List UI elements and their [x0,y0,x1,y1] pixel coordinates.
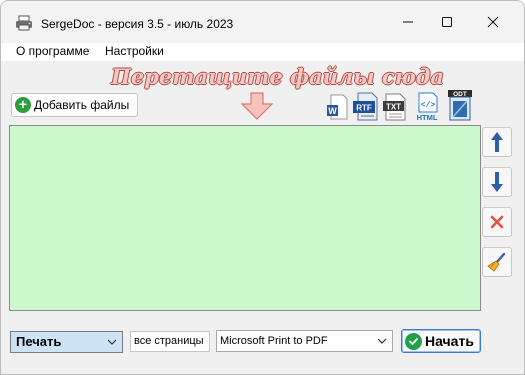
mode-select-value: Печать [16,334,62,349]
close-window-button[interactable] [470,1,516,43]
svg-text:</>: </> [421,101,436,110]
main-panel: Перетащите файлы сюда + Добавить файлы W… [1,61,524,374]
menu-about[interactable]: О программе [16,43,89,59]
rtf-icon: RTF [353,92,378,121]
chevron-down-icon [377,338,387,344]
app-window: SergeDoc - версия 3.5 - июль 2023 О прог… [0,0,525,375]
move-up-button[interactable] [482,127,512,157]
menu-bar: О программе Настройки [1,43,524,61]
html-icon: </> HTML [417,92,438,122]
menu-settings[interactable]: Настройки [105,43,164,59]
arrow-down-icon [491,172,503,192]
arrow-down-hint-icon [240,92,274,120]
clear-button[interactable] [482,247,512,277]
chevron-down-icon [107,339,117,345]
word-icon-label: W [328,106,337,116]
plus-icon: + [15,97,31,113]
broom-icon [487,252,506,272]
word-icon: W [327,94,348,120]
txt-icon-label: TXT [386,102,401,111]
file-list-area[interactable] [9,125,481,311]
add-files-label: Добавить файлы [34,98,130,112]
remove-button[interactable] [482,207,512,237]
txt-icon: TXT [383,93,406,121]
start-button-label: Начать [425,333,474,349]
printer-select[interactable]: Microsoft Print to PDF [216,330,393,352]
move-down-button[interactable] [482,167,512,197]
rtf-icon-label: RTF [356,104,372,113]
close-icon [487,16,499,28]
printer-icon [16,15,32,31]
window-title: SergeDoc - версия 3.5 - июль 2023 [41,17,234,31]
mode-select[interactable]: Печать [10,331,123,353]
maximize-icon [442,17,452,27]
check-icon [405,332,422,350]
printer-select-value: Microsoft Print to PDF [220,335,328,347]
x-icon [490,215,504,229]
pages-field-value: все страницы [134,335,204,347]
odt-icon: ODT [448,90,472,121]
title-bar[interactable]: SergeDoc - версия 3.5 - июль 2023 [1,1,524,43]
minimize-icon [403,21,413,23]
maximize-button[interactable] [424,1,470,43]
html-icon-label: HTML [417,113,438,122]
arrow-up-icon [491,132,503,152]
add-files-button[interactable]: + Добавить файлы [11,93,138,117]
start-button[interactable]: Начать [401,329,481,353]
drop-hint-title: Перетащите файлы сюда [111,64,444,89]
pages-field[interactable]: все страницы [130,331,210,352]
